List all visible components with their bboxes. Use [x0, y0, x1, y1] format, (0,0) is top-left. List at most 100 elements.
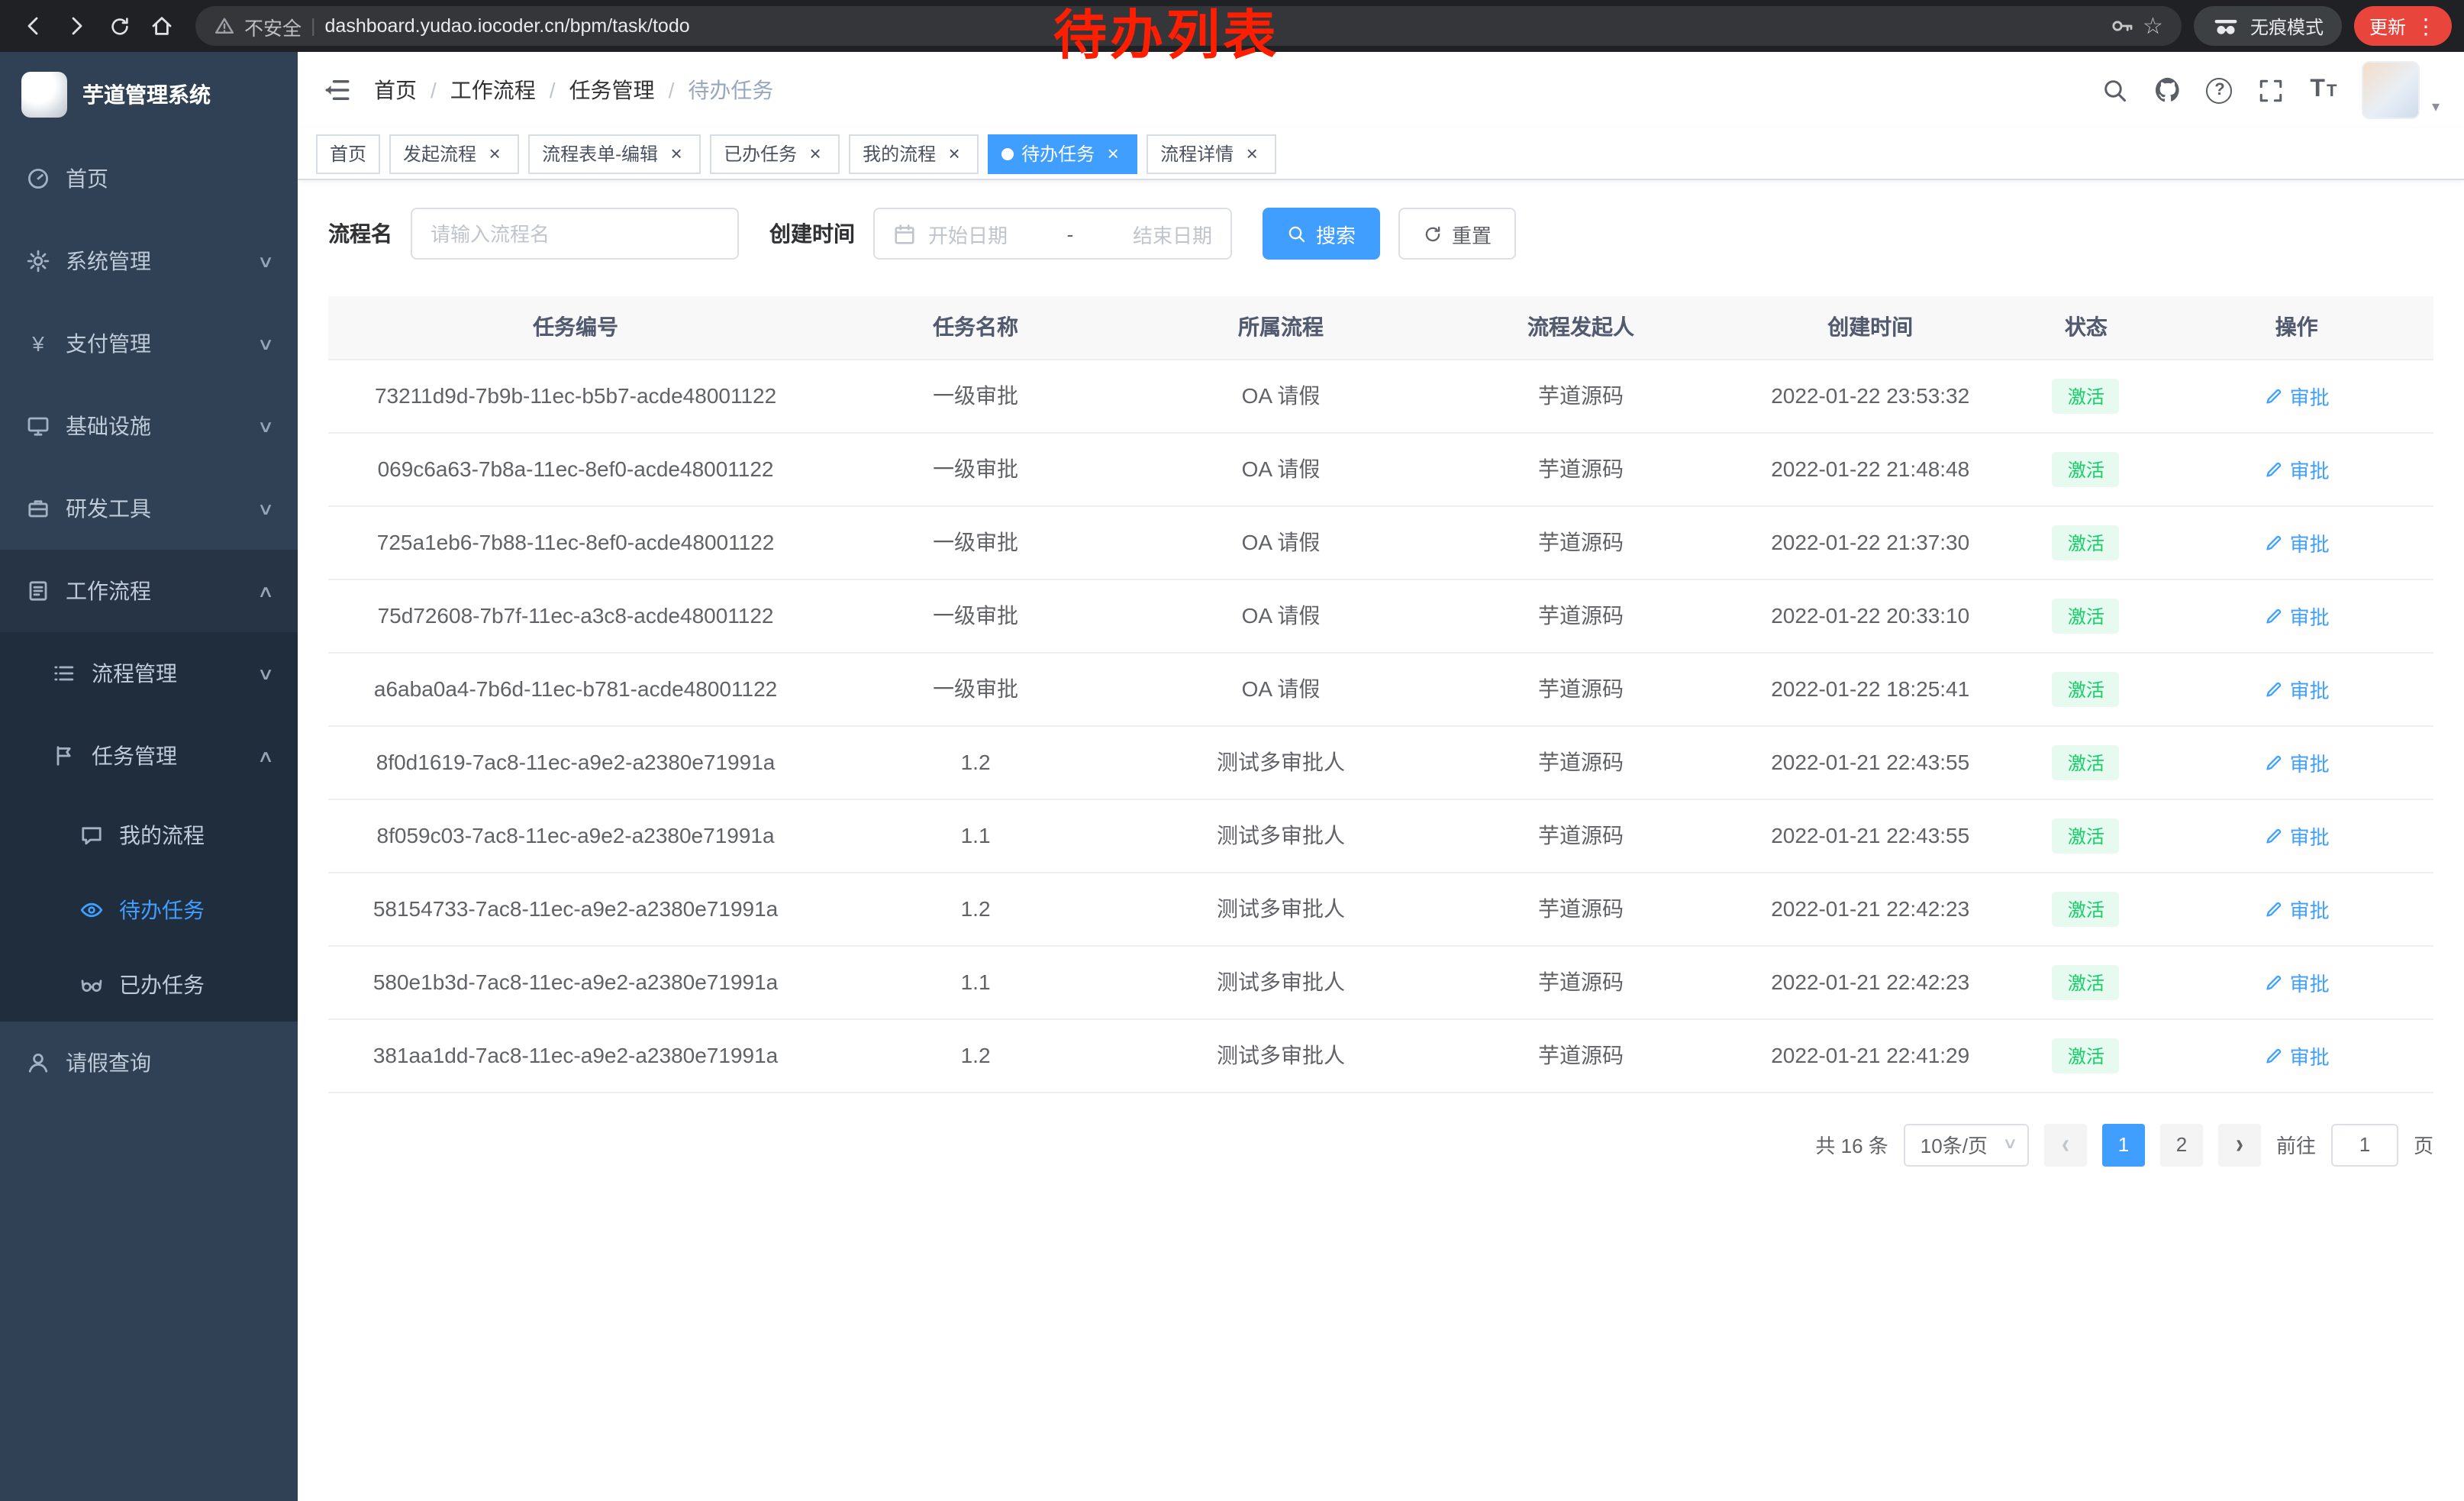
- sidebar-item-task-mgmt[interactable]: 任务管理 ∧: [0, 715, 298, 797]
- tab-label: 流程详情: [1160, 140, 1234, 166]
- tab-close-icon[interactable]: ×: [943, 143, 965, 164]
- sidebar-item-system[interactable]: 系统管理 ∨: [0, 220, 298, 302]
- route-tab[interactable]: 我的流程 ×: [849, 134, 979, 173]
- cell-process: OA 请假: [1128, 359, 1434, 432]
- prev-page-button[interactable]: ‹: [2044, 1123, 2087, 1166]
- github-link[interactable]: [2154, 76, 2182, 104]
- status-badge: 激活: [2053, 598, 2120, 633]
- page-url[interactable]: dashboard.yudao.iocoder.cn/bpm/task/todo: [325, 15, 690, 37]
- refresh-icon: [1423, 224, 1443, 244]
- route-tab[interactable]: 首页: [316, 134, 380, 173]
- avatar-caret-icon[interactable]: ▾: [2432, 99, 2440, 119]
- header-search-button[interactable]: [2102, 76, 2130, 104]
- route-tab[interactable]: 待办任务 ×: [988, 134, 1137, 173]
- user-avatar[interactable]: [2362, 61, 2420, 119]
- approve-link[interactable]: 审批: [2264, 454, 2330, 483]
- approve-link[interactable]: 审批: [2264, 381, 2330, 410]
- route-tab[interactable]: 流程表单-编辑 ×: [528, 134, 701, 173]
- approve-link[interactable]: 审批: [2264, 674, 2330, 703]
- reset-button[interactable]: 重置: [1398, 208, 1516, 260]
- process-name-input[interactable]: [431, 209, 719, 258]
- cell-starter: 芋道源码: [1434, 725, 1728, 799]
- table-row[interactable]: 58154733-7ac8-11ec-a9e2-a2380e71991a 1.2…: [328, 872, 2433, 945]
- sidebar-item-payment[interactable]: ¥ 支付管理 ∨: [0, 302, 298, 385]
- approve-link-label: 审批: [2290, 821, 2330, 850]
- cell-status: 激活: [2012, 579, 2159, 652]
- table-row[interactable]: 580e1b3d-7ac8-11ec-a9e2-a2380e71991a 1.1…: [328, 945, 2433, 1018]
- breadcrumb-item-task-mgmt[interactable]: 任务管理: [569, 75, 655, 105]
- column-header: 创建时间: [1728, 296, 2012, 359]
- search-button[interactable]: 搜索: [1263, 208, 1380, 260]
- sidebar-item-process-mgmt[interactable]: 流程管理 ∨: [0, 632, 298, 715]
- browser-update-button[interactable]: 更新 ⋮: [2354, 6, 2452, 46]
- approve-link[interactable]: 审批: [2264, 894, 2330, 923]
- sidebar-item-done-task[interactable]: 已办任务: [0, 947, 298, 1022]
- table-row[interactable]: 73211d9d-7b9b-11ec-b5b7-acde48001122 一级审…: [328, 359, 2433, 432]
- sidebar-item-leave-query[interactable]: 请假查询: [0, 1022, 298, 1104]
- browser-reload-button[interactable]: [98, 5, 140, 47]
- next-page-button[interactable]: ›: [2218, 1123, 2261, 1166]
- date-range-separator: -: [1020, 222, 1121, 245]
- table-row[interactable]: 381aa1dd-7ac8-11ec-a9e2-a2380e71991a 1.2…: [328, 1018, 2433, 1092]
- route-tab[interactable]: 流程详情 ×: [1147, 134, 1276, 173]
- tab-close-icon[interactable]: ×: [1241, 143, 1263, 164]
- sidebar-collapse-icon[interactable]: [322, 75, 353, 105]
- page-size-select[interactable]: 10条/页 ∨: [1904, 1123, 2029, 1166]
- browser-forward-button[interactable]: [55, 5, 98, 47]
- approve-link[interactable]: 审批: [2264, 747, 2330, 776]
- table-row[interactable]: 8f059c03-7ac8-11ec-a9e2-a2380e71991a 1.1…: [328, 799, 2433, 872]
- breadcrumb-item-workflow[interactable]: 工作流程: [450, 75, 536, 105]
- table-row[interactable]: a6aba0a4-7b6d-11ec-b781-acde48001122 一级审…: [328, 652, 2433, 725]
- breadcrumb-item-home[interactable]: 首页: [374, 75, 417, 105]
- address-bar[interactable]: 不安全 | dashboard.yudao.iocoder.cn/bpm/tas…: [195, 6, 2182, 46]
- table-row[interactable]: 725a1eb6-7b88-11ec-8ef0-acde48001122 一级审…: [328, 505, 2433, 579]
- tab-close-icon[interactable]: ×: [1102, 143, 1124, 164]
- cell-starter: 芋道源码: [1434, 652, 1728, 725]
- fullscreen-button[interactable]: [2258, 76, 2285, 104]
- sidebar-item-home[interactable]: 首页: [0, 137, 298, 220]
- cell-starter: 芋道源码: [1434, 579, 1728, 652]
- tab-close-icon[interactable]: ×: [666, 143, 687, 164]
- approve-link[interactable]: 审批: [2264, 601, 2330, 630]
- route-tab[interactable]: 已办任务 ×: [710, 134, 840, 173]
- route-tab[interactable]: 发起流程 ×: [389, 134, 519, 173]
- security-label[interactable]: 不安全: [244, 11, 302, 40]
- sidebar-item-devtools[interactable]: 研发工具 ∨: [0, 467, 298, 550]
- approve-link[interactable]: 审批: [2264, 967, 2330, 996]
- cell-action: 审批: [2159, 1018, 2433, 1092]
- bookmark-star-icon[interactable]: ☆: [2143, 12, 2163, 40]
- page-number-button[interactable]: 1: [2102, 1123, 2145, 1166]
- tab-close-icon[interactable]: ×: [805, 143, 826, 164]
- app-logo[interactable]: 芋道管理系统: [0, 52, 298, 137]
- approve-link[interactable]: 审批: [2264, 821, 2330, 850]
- font-size-button[interactable]: TT: [2310, 76, 2337, 104]
- chevron-up-icon: ∧: [257, 581, 275, 601]
- toolbox-icon: [26, 496, 50, 521]
- cell-task-id: a6aba0a4-7b6d-11ec-b781-acde48001122: [328, 652, 823, 725]
- cell-action: 审批: [2159, 652, 2433, 725]
- browser-menu-icon[interactable]: ⋮: [2415, 15, 2437, 37]
- table-row[interactable]: 75d72608-7b7f-11ec-a3c8-acde48001122 一级审…: [328, 579, 2433, 652]
- approve-link[interactable]: 审批: [2264, 528, 2330, 557]
- back-icon: [21, 14, 46, 38]
- start-date-placeholder[interactable]: 开始日期: [928, 219, 1008, 248]
- password-key-icon[interactable]: [2109, 14, 2133, 38]
- sidebar-item-infra[interactable]: 基础设施 ∨: [0, 385, 298, 467]
- tab-close-icon[interactable]: ×: [484, 143, 505, 164]
- table-row[interactable]: 8f0d1619-7ac8-11ec-a9e2-a2380e71991a 1.2…: [328, 725, 2433, 799]
- sidebar-item-todo-task[interactable]: 待办任务: [0, 872, 298, 947]
- page-number-button[interactable]: 2: [2160, 1123, 2203, 1166]
- total-count: 共 16 条: [1815, 1130, 1888, 1159]
- table-row[interactable]: 069c6a63-7b8a-11ec-8ef0-acde48001122 一级审…: [328, 432, 2433, 505]
- end-date-placeholder[interactable]: 结束日期: [1133, 219, 1212, 248]
- sidebar-item-my-process[interactable]: 我的流程: [0, 797, 298, 872]
- browser-back-button[interactable]: [12, 5, 55, 47]
- cell-starter: 芋道源码: [1434, 432, 1728, 505]
- date-range-picker[interactable]: 开始日期 - 结束日期: [873, 208, 1232, 260]
- help-button[interactable]: ?: [2206, 76, 2233, 104]
- sidebar-item-workflow[interactable]: 工作流程 ∧: [0, 550, 298, 632]
- github-icon: [2154, 76, 2182, 104]
- browser-home-button[interactable]: [140, 5, 183, 47]
- approve-link[interactable]: 审批: [2264, 1041, 2330, 1070]
- goto-page-input[interactable]: [2331, 1123, 2398, 1166]
